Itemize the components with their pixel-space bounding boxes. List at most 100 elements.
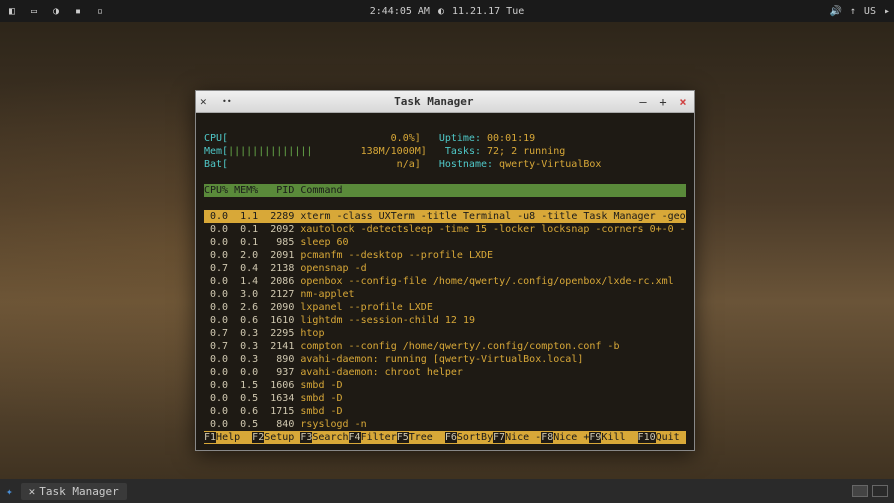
row-pid: 890 <box>264 354 294 365</box>
row-mem: 2.6 <box>234 302 258 313</box>
fkey-f8[interactable]: F8 <box>541 432 553 443</box>
clock-date[interactable]: 11.21.17 Tue <box>452 6 524 17</box>
row-mem: 3.0 <box>234 289 258 300</box>
col-mem[interactable]: MEM% <box>234 185 258 196</box>
fkey-label-f7[interactable]: Nice - <box>505 432 541 443</box>
fkey-f6[interactable]: F6 <box>445 432 457 443</box>
row-pid: 1610 <box>264 315 294 326</box>
fkey-f9[interactable]: F9 <box>589 432 601 443</box>
taskbar-entry-task-manager[interactable]: ✕ Task Manager <box>21 483 127 500</box>
window-titlebar[interactable]: ✕ •• Task Manager – + × <box>196 91 694 113</box>
tasks-label: Tasks: <box>445 146 481 157</box>
sound-icon[interactable]: 🔊 <box>829 6 841 17</box>
clock-time[interactable]: 2:44:05 AM <box>370 6 430 17</box>
files-icon[interactable]: ▭ <box>26 3 42 19</box>
process-row[interactable]: 0.0 2.0 2091 pcmanfm --desktop --profile… <box>204 249 686 262</box>
row-cmd: rsyslogd -n <box>300 419 366 430</box>
fkey-f1[interactable]: F1 <box>204 432 216 443</box>
process-table-header[interactable]: CPU% MEM% PID Command <box>204 184 686 197</box>
editor-icon[interactable]: ▫ <box>92 3 108 19</box>
hostname-value: qwerty-VirtualBox <box>499 159 601 170</box>
fkey-label-f3[interactable]: Search <box>312 432 348 443</box>
row-mem: 0.0 <box>234 367 258 378</box>
task-manager-window[interactable]: ✕ •• Task Manager – + × CPU[ 0.0%] Uptim… <box>195 90 695 451</box>
uptime-label: Uptime: <box>439 133 481 144</box>
row-pid: 1634 <box>264 393 294 404</box>
bat-meter-value: n/a] <box>397 159 421 170</box>
row-mem: 1.1 <box>234 211 258 222</box>
terminal-content[interactable]: CPU[ 0.0%] Uptime: 00:01:19 Mem[||||||||… <box>196 113 694 450</box>
fkey-f3[interactable]: F3 <box>300 432 312 443</box>
col-cmd[interactable]: Command <box>300 185 342 196</box>
fkey-label-f1[interactable]: Help <box>216 432 252 443</box>
fkey-label-f4[interactable]: Filter <box>361 432 397 443</box>
row-cpu: 0.0 <box>204 224 228 235</box>
process-row[interactable]: 0.0 0.6 1610 lightdm --session-child 12 … <box>204 314 686 327</box>
row-pid: 2141 <box>264 341 294 352</box>
power-icon[interactable]: ↑ <box>850 6 856 17</box>
workspace-2[interactable] <box>872 485 888 497</box>
fkey-f4[interactable]: F4 <box>349 432 361 443</box>
process-row[interactable]: 0.0 0.1 2092 xautolock -detectsleep -tim… <box>204 223 686 236</box>
process-row[interactable]: 0.7 0.3 2141 compton --config /home/qwer… <box>204 340 686 353</box>
menu-icon[interactable]: ◧ <box>4 3 20 19</box>
fkey-label-f5[interactable]: Tree <box>409 432 445 443</box>
process-row[interactable]: 0.0 0.1 985 sleep 60 <box>204 236 686 249</box>
process-row[interactable]: 0.0 1.4 2086 openbox --config-file /home… <box>204 275 686 288</box>
fkey-f5[interactable]: F5 <box>397 432 409 443</box>
row-cmd: xautolock -detectsleep -time 15 -locker … <box>300 224 685 235</box>
workspace-1[interactable] <box>852 485 868 497</box>
fkey-label-f6[interactable]: SortBy <box>457 432 493 443</box>
bottom-taskbar[interactable]: ✦ ✕ Task Manager <box>0 479 894 503</box>
close-button[interactable]: × <box>676 95 690 109</box>
process-row[interactable]: 0.7 0.4 2138 opensnap -d <box>204 262 686 275</box>
terminal-icon[interactable]: ▪ <box>70 3 86 19</box>
maximize-button[interactable]: + <box>656 95 670 109</box>
fkey-label-f9[interactable]: Kill <box>601 432 637 443</box>
process-row[interactable]: 0.0 0.3 890 avahi-daemon: running [qwert… <box>204 353 686 366</box>
mem-meter-label: Mem[ <box>204 146 228 157</box>
fkey-label-f2[interactable]: Setup <box>264 432 300 443</box>
process-row[interactable]: 0.0 2.6 2090 lxpanel --profile LXDE <box>204 301 686 314</box>
row-pid: 2289 <box>264 211 294 222</box>
row-mem: 0.6 <box>234 406 258 417</box>
process-row[interactable]: 0.0 0.5 840 rsyslogd -n <box>204 418 686 431</box>
pin-icon[interactable]: •• <box>222 97 232 106</box>
row-mem: 2.0 <box>234 250 258 261</box>
keyboard-layout[interactable]: US <box>864 6 876 17</box>
row-cmd: smbd -D <box>300 380 342 391</box>
process-row[interactable]: 0.0 0.6 1715 smbd -D <box>204 405 686 418</box>
col-pid[interactable]: PID <box>276 185 294 196</box>
row-cmd: avahi-daemon: chroot helper <box>300 367 463 378</box>
mem-meter-bars: |||||||||||||| <box>228 146 312 157</box>
fkey-label-f10[interactable]: Quit <box>656 432 692 443</box>
row-cpu: 0.0 <box>204 380 228 391</box>
row-cmd: smbd -D <box>300 393 342 404</box>
process-row[interactable]: 0.0 1.5 1606 smbd -D <box>204 379 686 392</box>
col-cpu[interactable]: CPU% <box>204 185 228 196</box>
row-cpu: 0.0 <box>204 419 228 430</box>
process-row[interactable]: 0.7 0.3 2295 htop <box>204 327 686 340</box>
process-row[interactable]: 0.0 0.5 1634 smbd -D <box>204 392 686 405</box>
process-list[interactable]: 0.0 1.1 2289 xterm -class UXTerm -title … <box>204 210 686 431</box>
hostname-label: Hostname: <box>439 159 493 170</box>
process-row[interactable]: 0.0 3.0 2127 nm-applet <box>204 288 686 301</box>
fkey-f2[interactable]: F2 <box>252 432 264 443</box>
browser-icon[interactable]: ◑ <box>48 3 64 19</box>
mem-meter-value: 138M/1000M] <box>361 146 427 157</box>
process-row[interactable]: 0.0 1.1 2289 xterm -class UXTerm -title … <box>204 210 686 223</box>
minimize-button[interactable]: – <box>636 95 650 109</box>
taskbar-app-icon: ✕ <box>29 485 36 498</box>
tray-chevron-icon[interactable]: ▸ <box>884 6 890 17</box>
process-row[interactable]: 0.0 0.0 937 avahi-daemon: chroot helper <box>204 366 686 379</box>
fkey-f10[interactable]: F10 <box>638 432 656 443</box>
tasks-value: 72; 2 running <box>487 146 565 157</box>
row-cmd: htop <box>300 328 324 339</box>
show-desktop-icon[interactable]: ✦ <box>6 485 13 498</box>
row-cmd: opensnap -d <box>300 263 366 274</box>
row-cpu: 0.0 <box>204 354 228 365</box>
row-mem: 0.1 <box>234 224 258 235</box>
row-cpu: 0.0 <box>204 237 228 248</box>
fkey-f7[interactable]: F7 <box>493 432 505 443</box>
fkey-label-f8[interactable]: Nice + <box>553 432 589 443</box>
